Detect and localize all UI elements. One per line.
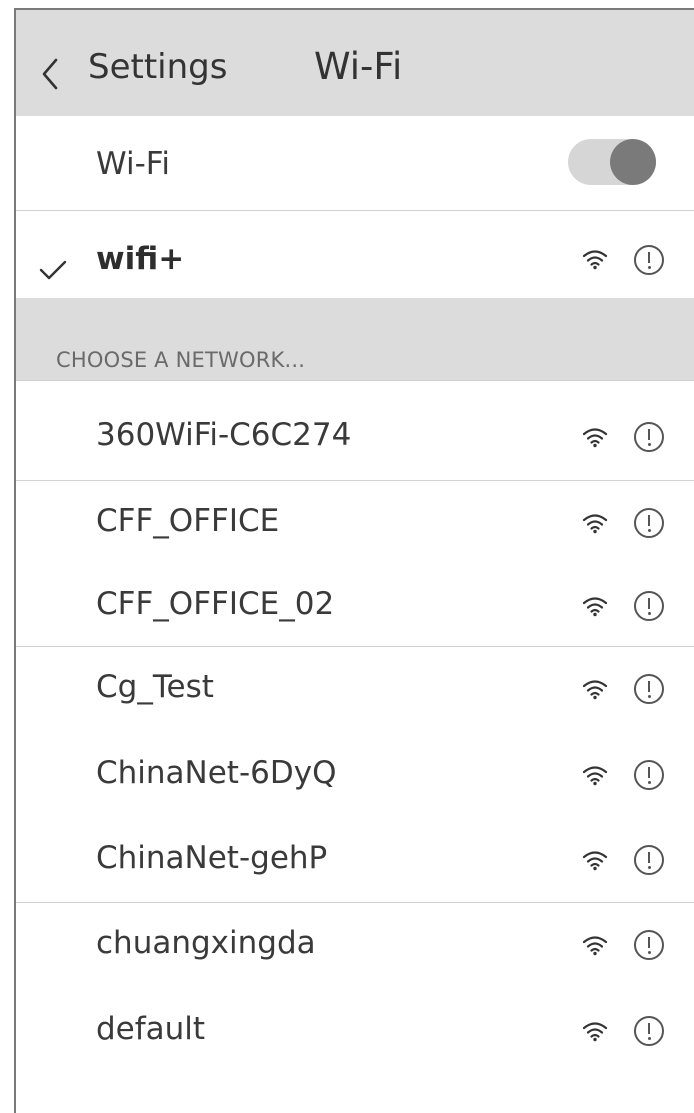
network-row[interactable]: chuangxingda — [16, 902, 694, 988]
divider — [16, 902, 694, 903]
toggle-knob — [610, 139, 656, 185]
wifi-toggle-switch[interactable] — [568, 139, 656, 185]
wifi-signal-icon — [582, 765, 608, 785]
info-icon[interactable] — [634, 759, 664, 790]
checkmark-icon — [39, 260, 67, 280]
network-row[interactable]: 360WiFi-C6C274 — [16, 393, 694, 480]
navigation-bar: Settings Wi-Fi — [16, 10, 694, 116]
info-icon[interactable] — [634, 844, 664, 875]
back-label[interactable]: Settings — [88, 47, 227, 87]
network-name: CFF_OFFICE — [96, 502, 280, 539]
network-name: CFF_OFFICE_02 — [96, 585, 335, 622]
info-icon[interactable] — [634, 1016, 664, 1046]
network-row[interactable]: CFF_OFFICE_02 — [16, 565, 694, 646]
wifi-signal-icon — [582, 513, 608, 533]
chevron-left-icon — [42, 58, 58, 90]
wifi-toggle-label: Wi-Fi — [96, 146, 170, 182]
wifi-settings-screen: Settings Wi-Fi Wi-Fi wifi+ CHOOSE A NETW… — [14, 8, 694, 1113]
network-name: chuangxingda — [96, 925, 316, 961]
network-row[interactable]: Cg_Test — [16, 646, 694, 732]
info-icon[interactable] — [634, 674, 664, 704]
info-icon[interactable] — [634, 245, 664, 275]
wifi-signal-icon — [582, 936, 608, 956]
choose-network-header: CHOOSE A NETWORK... — [16, 298, 694, 380]
network-row[interactable]: CFF_OFFICE — [16, 480, 694, 565]
network-name: 360WiFi-C6C274 — [96, 416, 352, 453]
info-icon[interactable] — [634, 590, 664, 621]
wifi-signal-icon — [582, 427, 608, 447]
info-icon[interactable] — [634, 507, 664, 538]
network-name: ChinaNet-6DyQ — [96, 754, 337, 791]
back-button[interactable] — [40, 54, 70, 94]
info-icon[interactable] — [634, 930, 664, 960]
network-row[interactable]: ChinaNet-6DyQ — [16, 732, 694, 817]
page-title: Wi-Fi — [314, 45, 403, 88]
wifi-signal-icon — [582, 850, 608, 870]
info-icon[interactable] — [634, 421, 664, 452]
divider — [16, 380, 694, 381]
connected-network-name: wifi+ — [96, 241, 185, 277]
wifi-signal-icon — [582, 250, 608, 270]
network-row[interactable]: ChinaNet-gehP — [16, 817, 694, 902]
network-name: default — [96, 1011, 206, 1047]
network-row[interactable]: default — [16, 988, 694, 1074]
section-header-label: CHOOSE A NETWORK... — [56, 348, 306, 372]
wifi-signal-icon — [582, 680, 608, 700]
network-name: Cg_Test — [96, 669, 214, 705]
divider — [16, 480, 694, 481]
divider — [16, 646, 694, 647]
wifi-signal-icon — [582, 1022, 608, 1042]
wifi-signal-icon — [582, 596, 608, 616]
network-name: ChinaNet-gehP — [96, 839, 328, 876]
